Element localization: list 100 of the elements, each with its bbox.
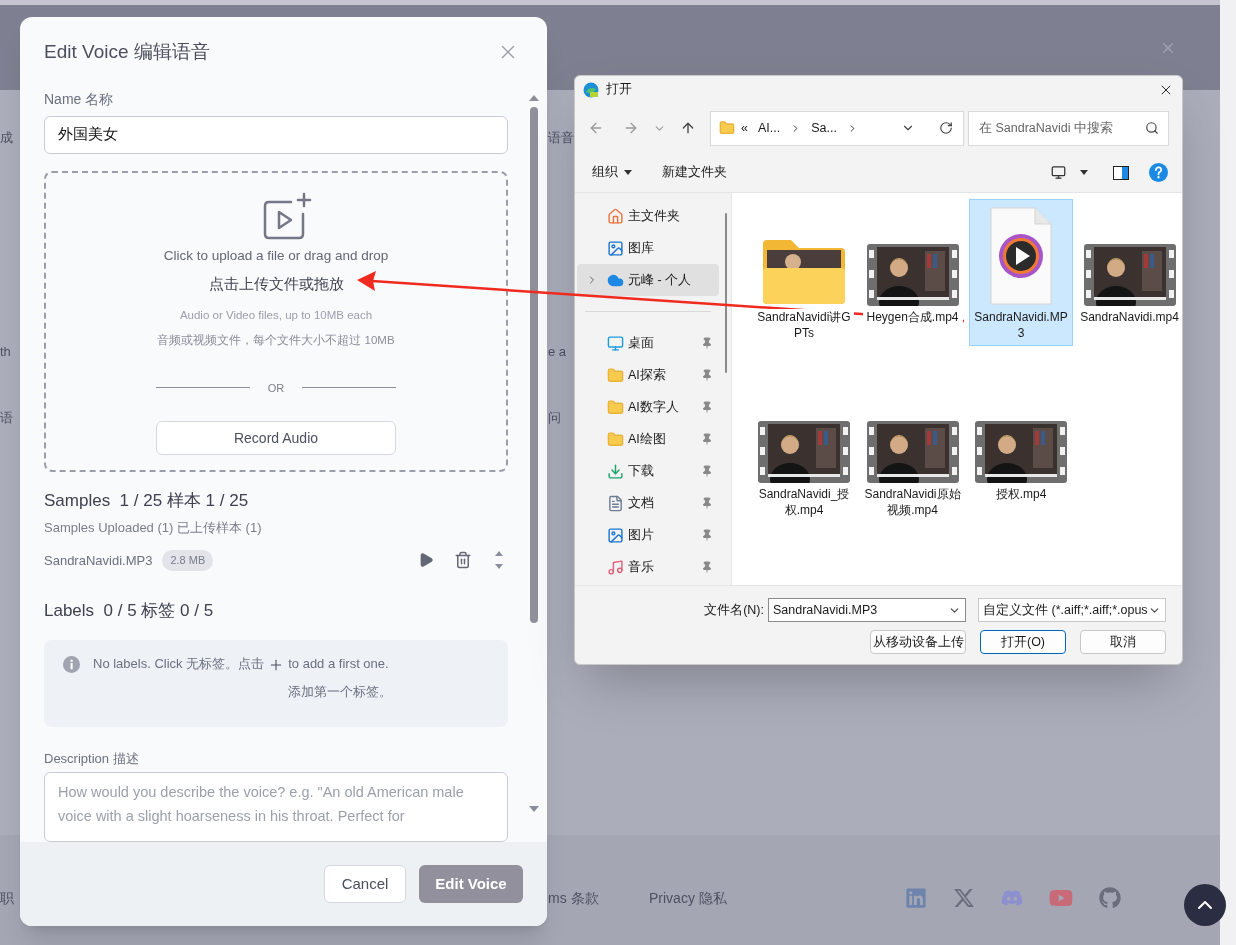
sidebar-item[interactable]: AI探索 [577,359,719,391]
gallery-icon [607,239,624,257]
upload-text: Click to upload a file or drag and drop [163,246,389,265]
notice-text: 添加第一个标签。 [288,682,393,701]
scroll-down-icon[interactable] [529,806,539,812]
breadcrumb[interactable]: AI... [757,118,781,138]
file-name: SandraNavidi原始视频.mp4 [862,486,963,518]
file-item[interactable]: SandraNavidi.mp4 [1077,199,1182,346]
dialog-button[interactable]: 从移动设备上传 [870,630,966,654]
sidebar-item[interactable]: 桌面 [577,327,719,359]
sidebar-item[interactable]: 主文件夹 [577,200,719,232]
page-text: 语音 [548,129,574,148]
file-name-label: 文件名(N): [704,601,764,619]
section-heading: Samples 1 / 25 样本 1 / 25 [44,489,250,512]
linkedin-icon[interactable] [905,887,927,909]
breadcrumb[interactable]: Sa... [811,118,837,138]
cancel-button[interactable]: Cancel [324,865,406,903]
sidebar-item[interactable]: AI数字人 [577,391,719,423]
sidebar-label: 音乐 [628,558,654,576]
sidebar-item[interactable]: 下载 [577,455,719,487]
sidebar-label: AI绘图 [628,430,666,448]
file-name-field[interactable]: SandraNavidi.MP3 [768,598,966,622]
sidebar-label: 图库 [628,239,654,257]
upload-hint: 音频或视频文件，每个文件大小不超过 10MB [157,332,395,348]
info-icon [63,655,80,673]
address-bar[interactable]: « AI... Sa... [710,110,964,146]
trash-icon[interactable] [454,551,472,570]
sidebar-item[interactable]: 音乐 [577,551,719,583]
view-icon[interactable] [1051,165,1066,180]
up-icon[interactable] [680,120,696,136]
pictures-icon [607,526,624,544]
sidebar-label: AI探索 [628,366,666,384]
sidebar-item[interactable]: 元峰 - 个人 [577,264,719,296]
file-item[interactable]: Heygen合成.mp4 [860,199,965,346]
folder-icon [607,398,624,416]
name-input[interactable]: 外国美女 [44,116,508,154]
dialog-button[interactable]: 取消 [1080,630,1166,654]
description-input[interactable]: How would you describe the voice? e.g. "An old American male voice with a slight hoarseness in his throat. Perfect for [44,772,508,842]
back-icon[interactable] [588,120,604,136]
sidebar-item[interactable]: 图片 [577,519,719,551]
folder-icon [719,120,735,136]
music-icon [607,558,624,576]
forward-icon[interactable] [623,120,639,136]
video-upload-icon [261,191,313,242]
field-label: Name 名称 [44,90,115,109]
x-icon[interactable] [953,887,975,909]
desktop-icon [607,334,624,352]
upload-text: 点击上传文件或拖放 [208,274,344,294]
search-field[interactable]: 在 SandraNavidi 中搜索 [968,110,1169,146]
sidebar-label: 图片 [628,526,654,544]
refresh-icon[interactable] [939,121,953,135]
sidebar-label: 文档 [628,494,654,512]
notice-text: No labels. Click 无标签。点击 [93,654,265,673]
help-icon[interactable] [1149,163,1168,182]
file-item[interactable]: SandraNavidi原始视频.mp4 [860,376,965,523]
file-name: Heygen合成.mp4 [862,309,963,325]
caret-icon[interactable] [1080,170,1088,175]
window-title: 打开 [606,81,632,99]
sidebar-label: AI数字人 [628,398,679,416]
folder-icon [607,430,624,448]
breadcrumb-text: « [741,119,748,137]
file-item[interactable]: SandraNavidi讲GPTs [752,199,856,346]
sidebar-item[interactable]: 文档 [577,487,719,519]
home-icon [607,207,624,225]
dialog-button[interactable]: 打开(O) [980,630,1066,654]
upload-hint: Audio or Video files, up to 10MB each [179,307,373,323]
sidebar-item[interactable]: 图库 [577,232,719,264]
file-name: SandraNavidi.mp4 [1079,309,1180,325]
document-icon [607,494,624,512]
page-text: 语 [0,410,13,426]
preview-pane-icon[interactable] [1113,165,1129,180]
notice-text: to add a first one. [288,654,390,673]
github-icon[interactable] [1099,887,1121,909]
page-text: th [0,344,11,360]
file-item[interactable]: SandraNavidi_授权.mp4 [752,376,856,523]
app-icon [583,81,599,98]
file-type-select[interactable]: 自定义文件 (*.aiff;*.aiff;*.opus [978,598,1166,622]
upload-dropzone[interactable]: Click to upload a file or drag and drop 点击上传文件或拖放 Audio or Video files, up to 10MB each 音频或视频文件，每个文件大小不超过 10MB OR Record Audio [44,170,508,472]
toolbar-button[interactable]: 组织 [592,163,632,182]
search-icon[interactable] [1145,120,1159,135]
sidebar-label: 元峰 - 个人 [628,271,692,289]
uploaded-text: Samples Uploaded (1) 已上传样本 (1) [44,518,263,537]
sidebar-label: 下载 [628,462,654,480]
play-icon[interactable] [418,552,434,569]
page-text: 问 [548,409,561,428]
page-text: 成 [0,130,13,146]
toolbar-button[interactable]: 新建文件夹 [662,163,727,182]
scroll-up-icon[interactable] [529,95,539,101]
scrollbar-thumb[interactable] [530,107,538,623]
sidebar-label: 桌面 [628,334,654,352]
file-size: 2.8 MB [162,550,214,571]
download-icon [607,462,624,480]
file-name: SandraNavidi.MP3 [44,551,153,570]
divider-text: OR [266,380,286,396]
record-audio-button[interactable]: Record Audio [156,421,396,456]
file-item[interactable]: 授权.mp4 [969,376,1073,523]
field-label: Description 描述 [44,750,140,768]
file-item[interactable]: SandraNavidi.MP3 [969,199,1073,346]
sidebar-item[interactable]: AI绘图 [577,423,719,455]
audio-file-icon [989,206,1053,306]
